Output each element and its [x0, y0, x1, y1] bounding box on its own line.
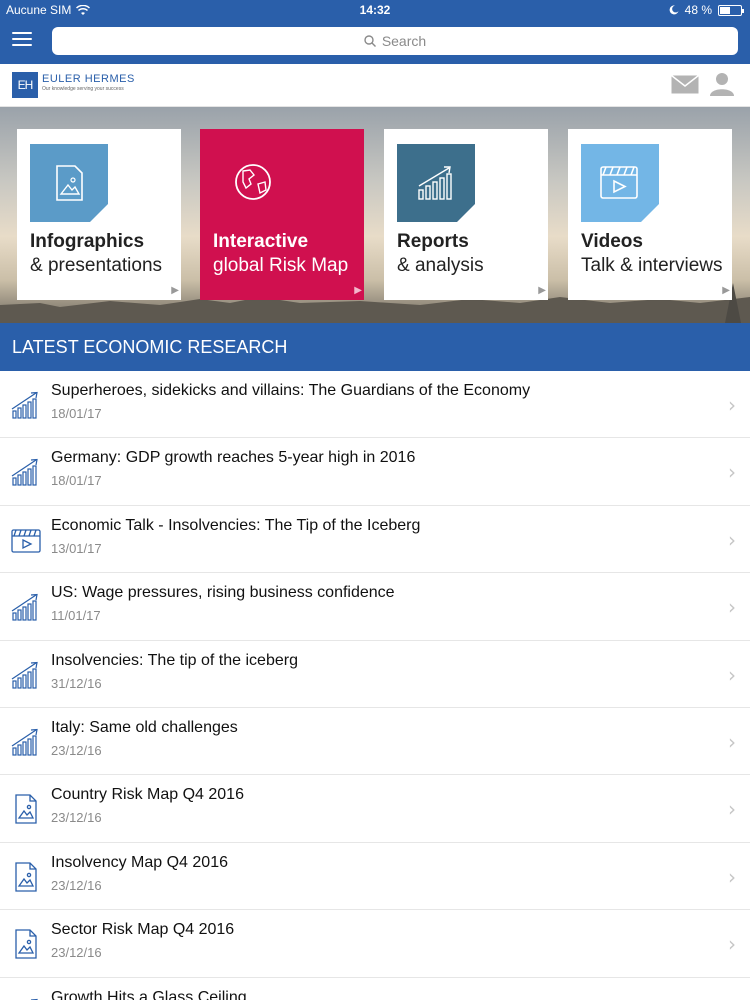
card-subtitle: & analysis: [397, 255, 484, 276]
chevron-right-icon: ›: [728, 393, 736, 417]
video-icon: [10, 524, 42, 556]
card-interactive-risk-map[interactable]: Interactive global Risk Map ▶: [200, 129, 364, 300]
item-title: US: Wage pressures, rising business conf…: [51, 584, 395, 602]
status-time: 14:32: [359, 3, 391, 17]
chevron-right-icon: ›: [728, 595, 736, 620]
search-bar[interactable]: Search: [52, 27, 738, 55]
item-title: Growth Hits a Glass Ceiling: [51, 988, 247, 1000]
video-icon: [581, 144, 659, 222]
card-title: Infographics: [30, 231, 145, 252]
chart-icon: [397, 144, 475, 222]
image-document-icon: [10, 928, 42, 960]
card-videos[interactable]: Videos Talk & interviews ▶: [568, 129, 732, 300]
item-date: 23/12/16: [51, 810, 102, 826]
search-placeholder: Search: [381, 33, 427, 49]
chevron-right-icon: ›: [728, 527, 736, 552]
item-date: 23/12/16: [51, 877, 102, 893]
list-item[interactable]: Country Risk Map Q4 2016 23/12/16 ›: [0, 775, 750, 843]
chart-icon: [10, 456, 42, 488]
chart-icon: [10, 726, 42, 758]
card-title: Interactive: [213, 231, 309, 252]
battery-percent: 48 %: [684, 3, 712, 17]
item-title: Country Risk Map Q4 2016: [51, 786, 244, 804]
chart-icon: [10, 389, 42, 421]
chevron-right-icon: ▶: [171, 285, 179, 296]
item-title: Germany: GDP growth reaches 5-year high …: [51, 449, 416, 467]
item-date: 18/01/17: [51, 406, 102, 421]
logo-mark: EH: [12, 72, 38, 98]
euler-hermes-logo[interactable]: EH EULER HERMES Our knowledge serving yo…: [12, 72, 135, 98]
chevron-right-icon: ›: [728, 864, 736, 889]
image-document-icon: [10, 861, 42, 893]
item-title: Insolvency Map Q4 2016: [51, 853, 228, 871]
card-subtitle: global Risk Map: [213, 255, 349, 276]
chart-icon: [10, 591, 42, 623]
item-date: 23/12/16: [51, 742, 102, 758]
chevron-right-icon: ▶: [538, 285, 546, 296]
list-item[interactable]: Economic Talk - Insolvencies: The Tip of…: [0, 506, 750, 574]
chart-icon: [10, 659, 42, 691]
image-document-icon: [10, 793, 42, 825]
user-icon[interactable]: [710, 72, 734, 96]
item-title: Insolvencies: The tip of the iceberg: [51, 651, 298, 669]
item-date: 31/12/16: [51, 675, 102, 691]
item-title: Sector Risk Map Q4 2016: [51, 921, 235, 939]
item-date: 11/01/17: [51, 608, 101, 624]
logo-name: EULER HERMES: [42, 73, 135, 85]
item-date: 13/01/17: [51, 540, 102, 556]
status-bar: Aucune SIM 14:32 48 %: [0, 0, 750, 20]
image-document-icon: [30, 144, 108, 222]
chevron-right-icon: ›: [728, 662, 736, 687]
list-item[interactable]: US: Wage pressures, rising business conf…: [0, 573, 750, 641]
item-title: Economic Talk - Insolvencies: The Tip of…: [51, 516, 421, 534]
card-infographics[interactable]: Infographics & presentations ▶: [17, 129, 181, 300]
item-date: 18/01/17: [51, 473, 102, 489]
list-item[interactable]: Germany: GDP growth reaches 5-year high …: [0, 438, 750, 506]
logo-tagline: Our knowledge serving your success: [42, 86, 124, 92]
card-subtitle: Talk & interviews: [581, 255, 723, 276]
chevron-right-icon: ▶: [354, 285, 362, 296]
list-item[interactable]: Superheroes, sidekicks and villains: The…: [0, 371, 750, 439]
chart-icon: [10, 996, 42, 1000]
list-item[interactable]: Insolvency Map Q4 2016 23/12/16 ›: [0, 843, 750, 911]
list-item[interactable]: Sector Risk Map Q4 2016 23/12/16 ›: [0, 910, 750, 978]
research-list: Superheroes, sidekicks and villains: The…: [0, 371, 750, 1000]
battery-icon: [718, 4, 744, 16]
globe-icon: [235, 164, 271, 200]
list-item[interactable]: Italy: Same old challenges 23/12/16 ›: [0, 708, 750, 776]
section-title: LATEST ECONOMIC RESEARCH: [0, 323, 750, 371]
top-bar: Aucune SIM 14:32 48 % Search: [0, 0, 750, 64]
item-date: 23/12/16: [51, 945, 102, 961]
chevron-right-icon: ›: [728, 729, 736, 754]
hamburger-menu-icon[interactable]: [12, 32, 32, 48]
item-title: Italy: Same old challenges: [51, 718, 238, 736]
card-title: Reports: [397, 231, 469, 252]
card-subtitle: & presentations: [30, 255, 163, 276]
chevron-right-icon: ›: [728, 460, 736, 485]
chevron-right-icon: ▶: [722, 285, 730, 296]
card-reports[interactable]: Reports & analysis ▶: [384, 129, 548, 300]
moon-icon: [669, 5, 679, 15]
item-title: Superheroes, sidekicks and villains: The…: [51, 382, 531, 399]
card-title: Videos: [581, 231, 643, 252]
chevron-right-icon: ›: [728, 797, 736, 822]
app-header: EH EULER HERMES Our knowledge serving yo…: [0, 64, 750, 107]
list-item[interactable]: Growth Hits a Glass Ceiling›: [0, 978, 750, 1000]
chevron-right-icon: ›: [728, 932, 736, 957]
mail-icon[interactable]: [671, 75, 699, 94]
list-item[interactable]: Insolvencies: The tip of the iceberg 31/1…: [0, 641, 750, 708]
search-icon: [364, 35, 376, 47]
hero-banner: Infographics & presentations ▶ Interacti…: [0, 107, 750, 323]
